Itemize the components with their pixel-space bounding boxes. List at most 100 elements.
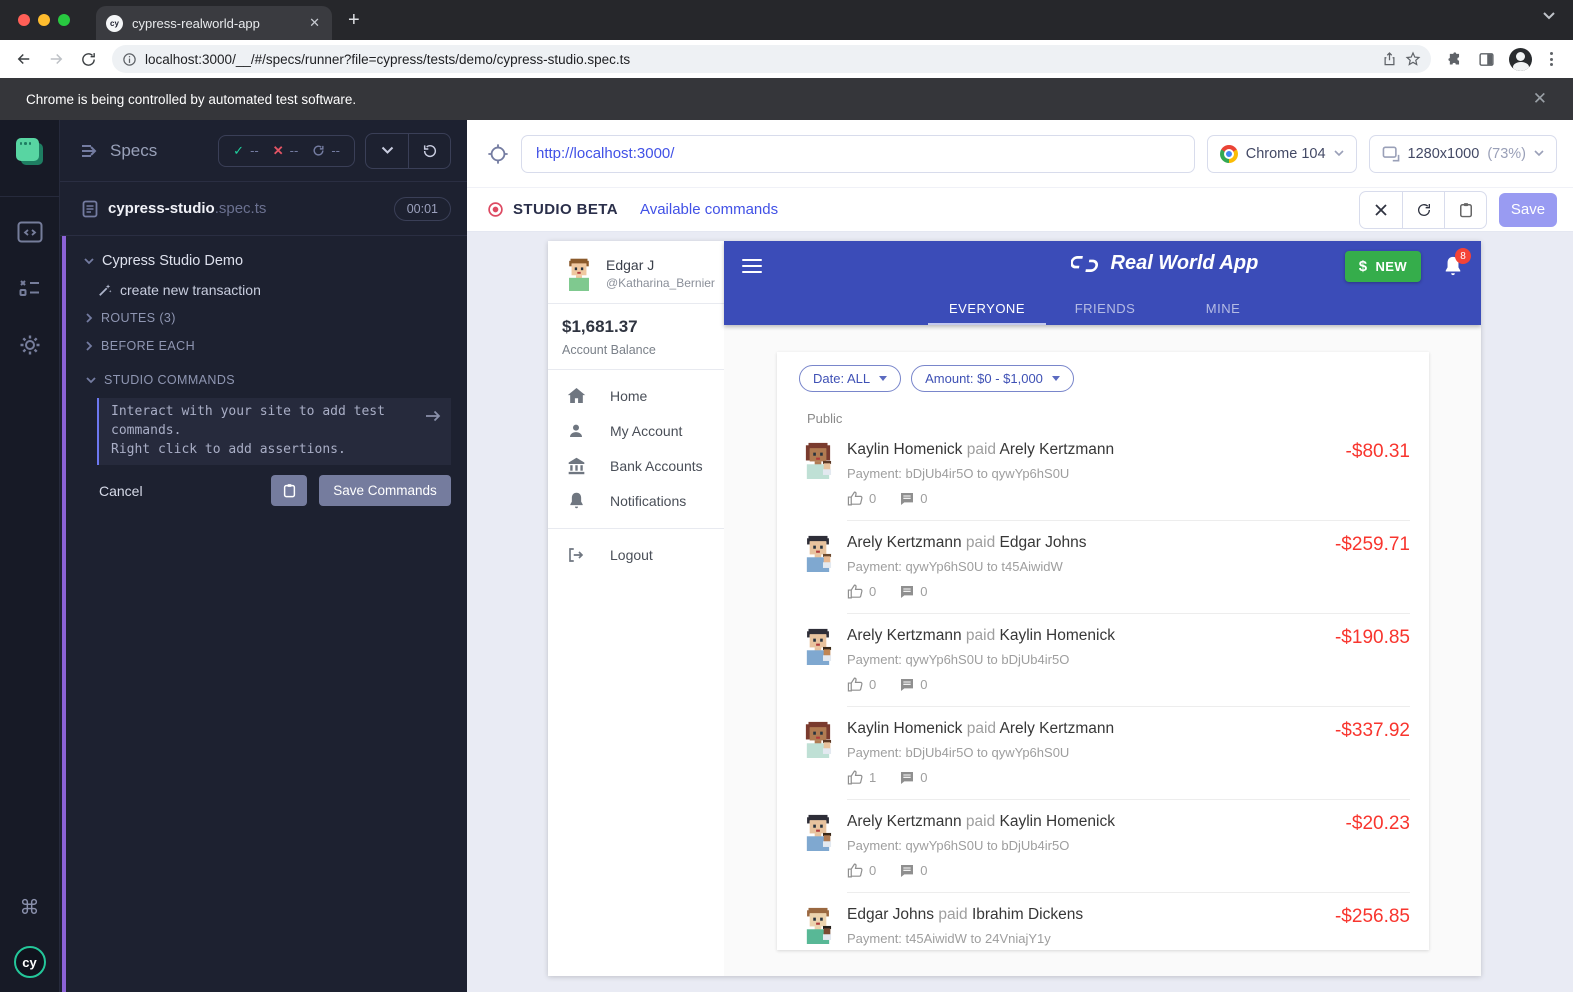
sender-name[interactable]: Kaylin Homenick bbox=[847, 720, 962, 737]
tab-search-icon[interactable] bbox=[1543, 12, 1555, 20]
bookmark-star-icon[interactable] bbox=[1405, 51, 1421, 67]
browser-selector-label: Chrome 104 bbox=[1246, 146, 1326, 162]
banner-close-icon[interactable]: ✕ bbox=[1533, 89, 1547, 109]
transaction-row[interactable]: Edgar Johns paid Ibrahim Dickens Payment… bbox=[777, 893, 1429, 950]
receiver-name[interactable]: Edgar Johns bbox=[1000, 534, 1087, 551]
sender-name[interactable]: Arely Kertzmann bbox=[847, 627, 962, 644]
chevron-down-icon bbox=[86, 377, 96, 384]
side-panel-icon[interactable] bbox=[1478, 51, 1495, 68]
comment-icon[interactable] bbox=[899, 584, 915, 600]
nav-item-home[interactable]: Home bbox=[548, 378, 724, 413]
tab-everyone[interactable]: EVERYONE bbox=[928, 291, 1046, 325]
nav-item-logout[interactable]: Logout bbox=[548, 537, 724, 572]
keyboard-shortcuts-icon[interactable]: ⌘ bbox=[20, 895, 40, 920]
available-commands-link[interactable]: Available commands bbox=[640, 201, 778, 218]
test-row[interactable]: create new transaction bbox=[66, 276, 467, 304]
date-filter[interactable]: Date: ALL bbox=[799, 365, 901, 392]
minimize-window-button[interactable] bbox=[38, 14, 50, 26]
studio-save-button[interactable]: Save bbox=[1499, 193, 1557, 227]
cypress-logo[interactable]: cy bbox=[14, 946, 46, 978]
routes-section[interactable]: ROUTES (3) bbox=[66, 304, 467, 332]
nav-item-bank-accounts[interactable]: Bank Accounts bbox=[548, 448, 724, 483]
address-bar[interactable]: localhost:3000/__/#/specs/runner?file=cy… bbox=[112, 45, 1431, 73]
tab-close-icon[interactable]: ✕ bbox=[307, 15, 322, 31]
specs-browser-icon[interactable] bbox=[16, 138, 44, 166]
profile-avatar-icon[interactable] bbox=[1509, 48, 1532, 71]
transaction-avatar bbox=[799, 441, 837, 521]
copy-commands-button[interactable] bbox=[271, 475, 307, 506]
rwa-brand[interactable]: Real World App bbox=[1071, 252, 1259, 275]
like-count: 0 bbox=[869, 863, 876, 878]
studio-close-button[interactable] bbox=[1360, 192, 1402, 228]
studio-restart-button[interactable] bbox=[1402, 192, 1444, 228]
thumbs-up-icon[interactable] bbox=[847, 769, 864, 786]
browser-tab[interactable]: cy cypress-realworld-app ✕ bbox=[96, 6, 332, 40]
thumbs-up-icon[interactable] bbox=[847, 862, 864, 879]
browser-menu-icon[interactable] bbox=[1546, 52, 1557, 66]
close-window-button[interactable] bbox=[18, 14, 30, 26]
collapse-all-button[interactable] bbox=[366, 134, 408, 168]
thumbs-up-icon[interactable] bbox=[847, 490, 864, 507]
transaction-row[interactable]: Arely Kertzmann paid Kaylin Homenick Pay… bbox=[777, 800, 1429, 893]
amount-filter[interactable]: Amount: $0 - $1,000 bbox=[911, 365, 1074, 392]
rerun-tests-button[interactable] bbox=[408, 134, 450, 168]
comment-icon[interactable] bbox=[899, 677, 915, 693]
transaction-row[interactable]: Arely Kertzmann paid Kaylin Homenick Pay… bbox=[777, 614, 1429, 707]
drawer-nav: Home My Account Bank Accounts bbox=[548, 370, 724, 572]
receiver-name[interactable]: Kaylin Homenick bbox=[1000, 813, 1115, 830]
suite-row[interactable]: Cypress Studio Demo bbox=[66, 246, 467, 276]
comment-count: 0 bbox=[920, 863, 927, 878]
cypress-favicon: cy bbox=[106, 15, 123, 32]
forward-button[interactable] bbox=[42, 45, 70, 73]
comment-icon[interactable] bbox=[899, 863, 915, 879]
settings-gear-icon[interactable] bbox=[18, 333, 42, 357]
collapse-sidebar-icon[interactable] bbox=[80, 143, 100, 159]
test-results-icon[interactable] bbox=[18, 277, 42, 299]
window-controls[interactable] bbox=[18, 14, 70, 26]
browser-selector[interactable]: Chrome 104 bbox=[1207, 135, 1357, 173]
tab-mine[interactable]: MINE bbox=[1164, 291, 1282, 325]
maximize-window-button[interactable] bbox=[58, 14, 70, 26]
cancel-button[interactable]: Cancel bbox=[99, 483, 143, 499]
studio-copy-button[interactable] bbox=[1444, 192, 1486, 228]
new-tab-button[interactable]: + bbox=[348, 9, 360, 32]
transaction-row[interactable]: Kaylin Homenick paid Arely Kertzmann Pay… bbox=[777, 428, 1429, 521]
notifications-bell[interactable]: 8 bbox=[1443, 255, 1463, 277]
reload-button[interactable] bbox=[74, 45, 102, 73]
test-title: create new transaction bbox=[120, 282, 261, 298]
viewport-size: 1280x1000 bbox=[1408, 146, 1480, 162]
sender-name[interactable]: Kaylin Homenick bbox=[847, 441, 962, 458]
selector-playground-icon[interactable] bbox=[487, 143, 509, 165]
back-button[interactable] bbox=[10, 45, 38, 73]
balance-value: $1,681.37 bbox=[562, 317, 710, 337]
transaction-row[interactable]: Kaylin Homenick paid Arely Kertzmann Pay… bbox=[777, 707, 1429, 800]
sender-name[interactable]: Arely Kertzmann bbox=[847, 534, 962, 551]
studio-commands-section[interactable]: STUDIO COMMANDS bbox=[66, 366, 467, 394]
sender-name[interactable]: Arely Kertzmann bbox=[847, 813, 962, 830]
transaction-avatar bbox=[799, 906, 837, 950]
tab-friends[interactable]: FRIENDS bbox=[1046, 291, 1164, 325]
save-commands-button[interactable]: Save Commands bbox=[319, 475, 451, 506]
sender-name[interactable]: Edgar Johns bbox=[847, 906, 934, 923]
receiver-name[interactable]: Ibrahim Dickens bbox=[972, 906, 1083, 923]
menu-hamburger-icon[interactable] bbox=[742, 259, 762, 273]
before-each-section[interactable]: BEFORE EACH bbox=[66, 332, 467, 360]
thumbs-up-icon[interactable] bbox=[847, 583, 864, 600]
nav-item-my-account[interactable]: My Account bbox=[548, 413, 724, 448]
comment-icon[interactable] bbox=[899, 770, 915, 786]
spec-file-row[interactable]: cypress-studio.spec.ts 00:01 bbox=[60, 182, 467, 236]
comment-icon[interactable] bbox=[899, 491, 915, 507]
transaction-row[interactable]: Arely Kertzmann paid Edgar Johns Payment… bbox=[777, 521, 1429, 614]
receiver-name[interactable]: Arely Kertzmann bbox=[1000, 441, 1115, 458]
receiver-name[interactable]: Arely Kertzmann bbox=[1000, 720, 1115, 737]
aut-url-input[interactable] bbox=[521, 135, 1195, 173]
runner-window-icon[interactable] bbox=[17, 221, 43, 243]
viewport-selector[interactable]: 1280x1000 (73%) bbox=[1369, 135, 1557, 173]
nav-item-notifications[interactable]: Notifications bbox=[548, 483, 724, 518]
site-info-icon[interactable] bbox=[122, 52, 137, 67]
receiver-name[interactable]: Kaylin Homenick bbox=[1000, 627, 1115, 644]
thumbs-up-icon[interactable] bbox=[847, 676, 864, 693]
new-transaction-button[interactable]: $ NEW bbox=[1345, 251, 1421, 282]
share-icon[interactable] bbox=[1382, 51, 1397, 67]
extensions-icon[interactable] bbox=[1447, 51, 1464, 68]
